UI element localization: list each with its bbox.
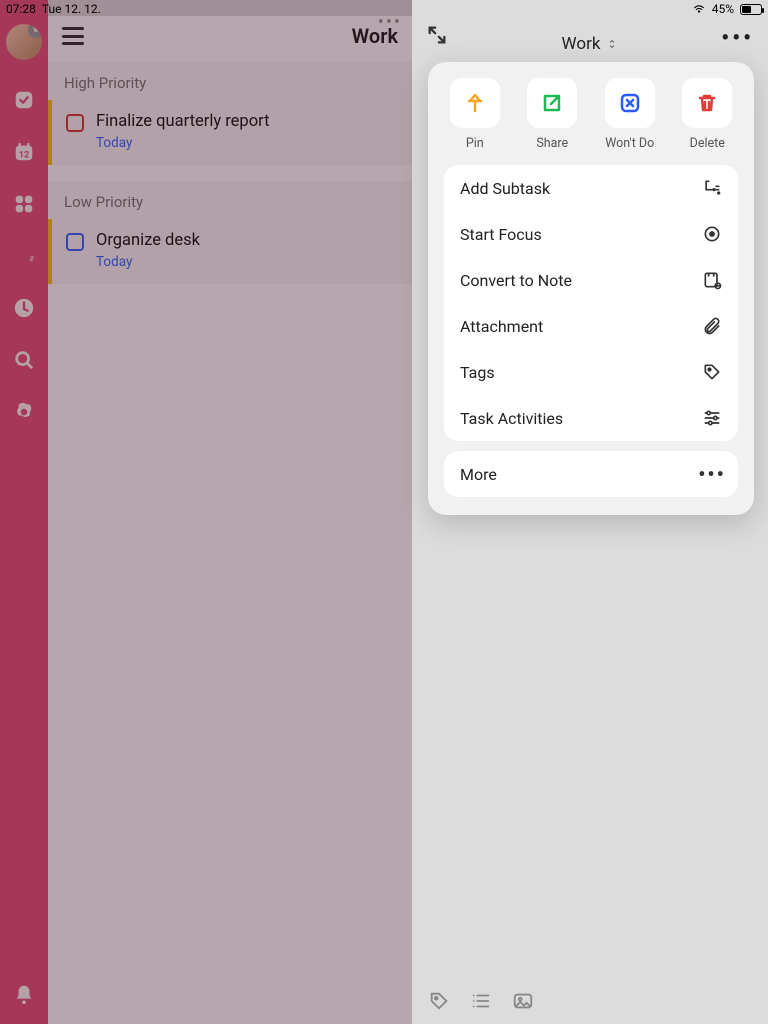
share-button[interactable]: Share — [517, 78, 587, 151]
delete-button[interactable]: Delete — [672, 78, 742, 151]
chevron-updown-icon — [606, 38, 618, 50]
focus-target-icon — [702, 224, 722, 244]
notification-icon[interactable] — [12, 982, 36, 1006]
start-focus-item[interactable]: Start Focus — [444, 211, 738, 257]
detail-overflow-icon[interactable]: ••• — [721, 26, 754, 51]
tags-item[interactable]: Tags — [444, 349, 738, 395]
section-label[interactable]: Low Priority — [48, 181, 412, 219]
task-checkbox[interactable] — [66, 114, 84, 132]
settings-icon[interactable] — [12, 400, 36, 424]
task-row[interactable]: Finalize quarterly report Today — [48, 100, 412, 165]
pin-button[interactable]: Pin — [440, 78, 510, 151]
focus-icon[interactable] — [12, 244, 36, 268]
hamburger-icon[interactable] — [62, 27, 84, 45]
section-label[interactable]: High Priority — [48, 62, 412, 100]
task-checkbox[interactable] — [66, 233, 84, 251]
task-title: Organize desk — [96, 231, 200, 250]
list-toolbar-icon[interactable] — [470, 990, 492, 1016]
add-subtask-item[interactable]: Add Subtask — [444, 165, 738, 211]
expand-icon[interactable] — [426, 24, 448, 46]
avatar[interactable]: ♛ — [6, 24, 42, 60]
status-date: Tue 12. 12. — [42, 2, 101, 16]
tag-toolbar-icon[interactable] — [428, 990, 450, 1016]
habit-icon[interactable] — [12, 296, 36, 320]
tag-icon — [702, 362, 722, 382]
wontdo-icon — [618, 91, 642, 115]
sliders-icon — [702, 408, 722, 428]
image-toolbar-icon[interactable] — [512, 990, 534, 1016]
action-sheet: Pin Share Won't Do Delete Add Subtask St… — [428, 62, 754, 515]
wifi-icon — [692, 1, 706, 18]
task-date: Today — [96, 135, 270, 151]
task-row[interactable]: Organize desk Today — [48, 219, 412, 284]
task-title: Finalize quarterly report — [96, 112, 270, 131]
matrix-icon[interactable] — [12, 192, 36, 216]
detail-bottom-toolbar — [428, 990, 534, 1016]
status-bar: 07:28 Tue 12. 12. 45% — [0, 0, 768, 18]
task-activities-item[interactable]: Task Activities — [444, 395, 738, 441]
task-date: Today — [96, 254, 200, 270]
more-item[interactable]: More ••• — [444, 451, 738, 497]
battery-icon — [740, 4, 762, 15]
status-time: 07:28 — [6, 2, 36, 16]
battery-percent: 45% — [712, 2, 734, 16]
convert-note-item[interactable]: Convert to Note — [444, 257, 738, 303]
pin-icon — [463, 91, 487, 115]
paperclip-icon — [702, 316, 722, 336]
detail-list-selector[interactable]: Work — [562, 34, 619, 54]
calendar-icon[interactable]: 12 — [12, 140, 36, 164]
note-icon — [702, 270, 722, 290]
task-list-panel: ••• Work High Priority Finalize quarterl… — [48, 16, 412, 1024]
sidebar: ♛ 12 — [0, 0, 48, 1024]
inbox-icon[interactable] — [12, 88, 36, 112]
share-icon — [540, 91, 564, 115]
subtask-icon — [702, 178, 722, 198]
trash-icon — [695, 91, 719, 115]
attachment-item[interactable]: Attachment — [444, 303, 738, 349]
wontdo-button[interactable]: Won't Do — [595, 78, 665, 151]
more-dots-icon: ••• — [702, 464, 722, 484]
premium-badge-icon: ♛ — [28, 24, 42, 38]
search-icon[interactable] — [12, 348, 36, 372]
svg-text:12: 12 — [19, 151, 30, 161]
